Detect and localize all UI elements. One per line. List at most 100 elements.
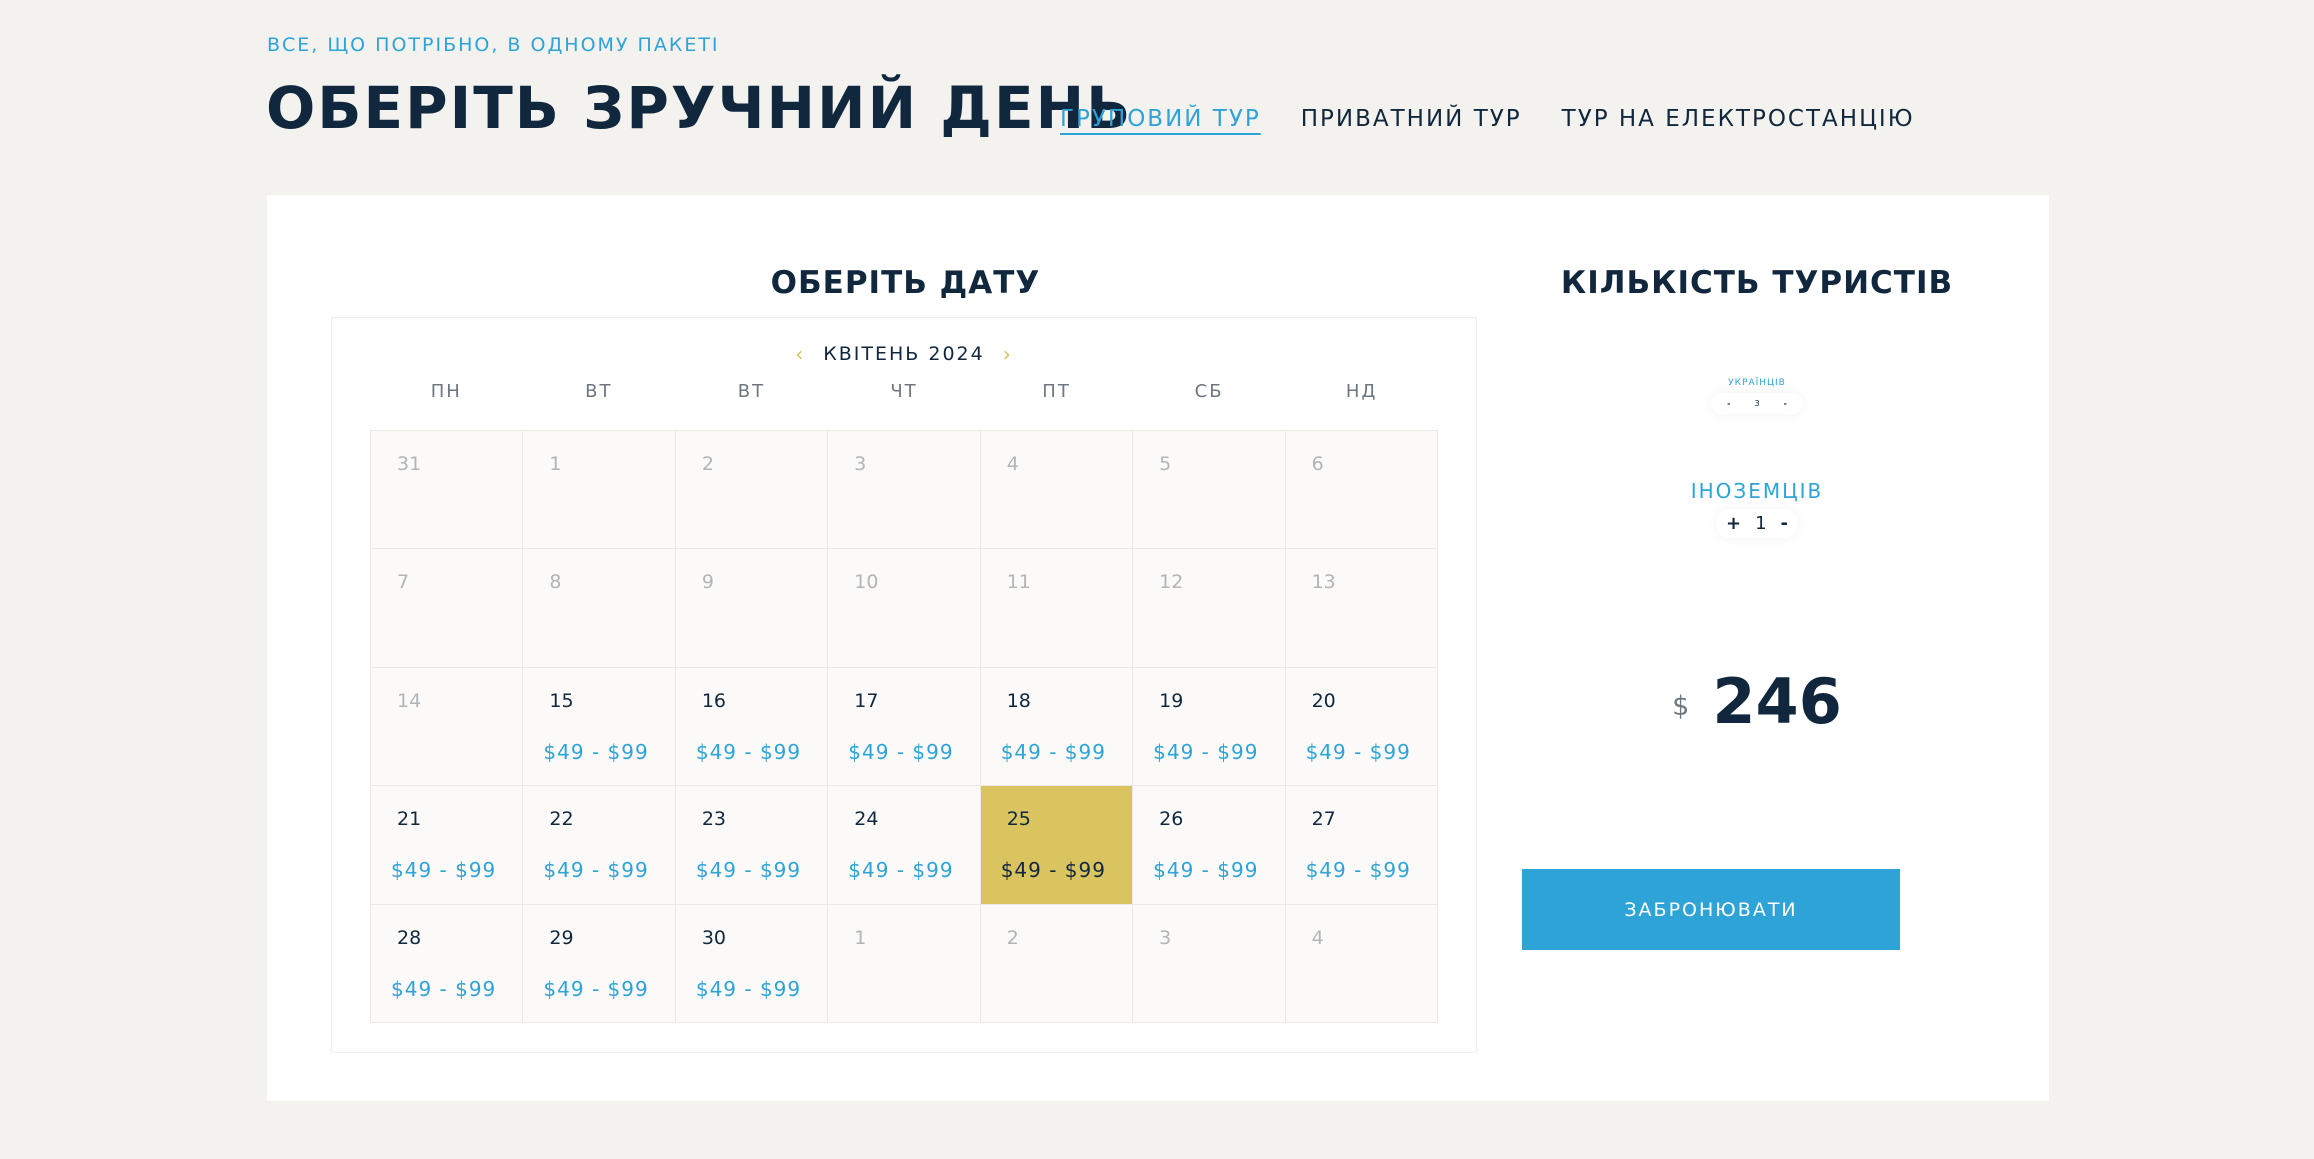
day-number: 4 xyxy=(1311,926,1324,949)
day-number: 12 xyxy=(1159,571,1184,594)
ukrainians-counter: УКРАЇНЦІВ - 3 - xyxy=(1553,378,1961,414)
day-number: 2 xyxy=(1006,926,1019,949)
calendar-day: 3 xyxy=(1133,904,1286,1023)
calendar-day: 11 xyxy=(980,549,1134,668)
day-number: 24 xyxy=(854,808,879,831)
weekday-label: ЧТ xyxy=(890,381,918,402)
day-price-range: $49 - $99 xyxy=(1305,858,1411,883)
calendar-day: 31 xyxy=(371,431,524,550)
calendar-day-selected[interactable]: 25 $49 - $99 xyxy=(980,786,1134,905)
calendar-day[interactable]: 27 $49 - $99 xyxy=(1285,786,1438,905)
book-button[interactable]: ЗАБРОНЮВАТИ xyxy=(1522,869,1900,950)
calendar-day: 12 xyxy=(1133,549,1286,668)
tourists-section-title: КІЛЬКІСТЬ ТУРИСТІВ xyxy=(1560,265,1954,301)
date-section-title: ОБЕРІТЬ ДАТУ xyxy=(770,265,1041,301)
day-number: 9 xyxy=(701,571,714,594)
calendar-day[interactable]: 26 $49 - $99 xyxy=(1133,786,1286,905)
day-price-range: $49 - $99 xyxy=(1153,739,1259,764)
day-number: 11 xyxy=(1006,571,1031,594)
calendar-day[interactable]: 21 $49 - $99 xyxy=(371,786,524,905)
day-price-range: $49 - $99 xyxy=(1305,739,1411,764)
day-number: 29 xyxy=(549,926,574,949)
day-price-range: $49 - $99 xyxy=(543,976,649,1001)
weekday-row: ПН ВТ ВТ ЧТ ПТ СБ НД xyxy=(370,381,1438,402)
day-number: 8 xyxy=(549,571,562,594)
calendar-day[interactable]: 17 $49 - $99 xyxy=(828,667,981,787)
foreigners-decrement-button[interactable]: - xyxy=(1781,513,1788,534)
calendar-day: 9 xyxy=(675,549,829,668)
day-number: 19 xyxy=(1159,689,1184,712)
day-number: 23 xyxy=(701,808,727,831)
ukrainians-decrement-button[interactable]: - xyxy=(1727,399,1730,408)
weekday-label: СБ xyxy=(1194,381,1224,402)
day-number: 14 xyxy=(397,689,422,712)
day-price-range: $49 - $99 xyxy=(391,976,497,1001)
calendar-day[interactable]: 18 $49 - $99 xyxy=(980,667,1134,787)
booking-card: ОБЕРІТЬ ДАТУ КІЛЬКІСТЬ ТУРИСТІВ ‹ КВІТЕН… xyxy=(267,195,2049,1101)
calendar-day: 4 xyxy=(980,431,1134,550)
chevron-right-icon[interactable]: › xyxy=(999,342,1017,366)
day-number: 28 xyxy=(397,926,422,949)
day-number: 3 xyxy=(1159,926,1172,949)
tab-group-tour[interactable]: ГРУПОВИЙ ТУР xyxy=(1060,106,1261,132)
calendar-day[interactable]: 28 $49 - $99 xyxy=(371,904,524,1023)
month-label: КВІТЕНЬ 2024 xyxy=(823,343,985,365)
day-number: 27 xyxy=(1311,808,1336,831)
day-number: 3 xyxy=(854,453,867,475)
tab-power-plant-tour[interactable]: ТУР НА ЕЛЕКТРОСТАНЦІЮ xyxy=(1562,106,1915,132)
calendar-day[interactable]: 30 $49 - $99 xyxy=(675,904,829,1023)
tab-private-tour[interactable]: ПРИВАТНИЙ ТУР xyxy=(1301,106,1522,132)
day-number: 7 xyxy=(397,571,410,594)
calendar-day: 5 xyxy=(1133,431,1286,550)
calendar-day[interactable]: 16 $49 - $99 xyxy=(675,667,829,787)
calendar-day[interactable]: 20 $49 - $99 xyxy=(1285,667,1438,787)
day-number: 21 xyxy=(397,808,422,831)
calendar-header: ‹ КВІТЕНЬ 2024 › xyxy=(332,342,1476,366)
foreigners-increment-button[interactable]: + xyxy=(1726,513,1741,534)
price-value: 246 xyxy=(1712,665,1842,738)
tagline: ВСЕ, ЩО ПОТРІБНО, В ОДНОМУ ПАКЕТІ xyxy=(267,34,720,56)
day-number: 1 xyxy=(549,453,562,475)
calendar-day[interactable]: 22 $49 - $99 xyxy=(523,786,676,905)
day-price-range: $49 - $99 xyxy=(543,858,649,883)
calendar-day: 2 xyxy=(675,431,829,550)
day-price-range: $49 - $99 xyxy=(695,976,802,1001)
foreigners-counter: ІНОЗЕМЦІВ + 1 - xyxy=(1553,479,1961,538)
day-number: 15 xyxy=(549,689,574,712)
tour-type-tabs: ГРУПОВИЙ ТУР ПРИВАТНИЙ ТУР ТУР НА ЕЛЕКТР… xyxy=(1060,106,1915,132)
foreigners-value: 1 xyxy=(1755,513,1767,534)
calendar-day: 13 xyxy=(1285,549,1438,668)
day-price-range: $49 - $99 xyxy=(695,739,802,764)
day-number: 31 xyxy=(397,453,422,475)
calendar-day: 1 xyxy=(523,431,676,550)
total-price: $ 246 xyxy=(1553,665,1961,738)
calendar-day[interactable]: 24 $49 - $99 xyxy=(828,786,981,905)
chevron-left-icon[interactable]: ‹ xyxy=(791,342,809,366)
ukrainians-increment-button[interactable]: - xyxy=(1784,399,1787,408)
day-number: 17 xyxy=(854,689,879,712)
calendar-day[interactable]: 19 $49 - $99 xyxy=(1133,667,1286,787)
calendar-day[interactable]: 23 $49 - $99 xyxy=(675,786,829,905)
calendar-day[interactable]: 29 $49 - $99 xyxy=(523,904,676,1023)
ukrainians-stepper: - 3 - xyxy=(1711,393,1803,414)
weekday-label: ПТ xyxy=(1042,381,1071,402)
day-number: 6 xyxy=(1311,453,1324,475)
day-price-range: $49 - $99 xyxy=(1000,739,1106,764)
days-grid: 31 1 2 3 4 5 6 7 8 9 10 11 12 13 14 15 $49 - $99 16 $49 - … xyxy=(370,430,1438,1023)
day-number: 5 xyxy=(1159,453,1172,475)
calendar-day: 1 xyxy=(828,904,981,1023)
day-number: 30 xyxy=(701,926,727,949)
weekday-label: ВТ xyxy=(737,381,766,402)
day-price-range: $49 - $99 xyxy=(848,858,954,883)
day-number: 13 xyxy=(1311,571,1336,594)
calendar-day: 2 xyxy=(980,904,1134,1023)
currency-symbol: $ xyxy=(1672,691,1690,722)
ukrainians-value: 3 xyxy=(1754,399,1760,408)
day-price-range: $49 - $99 xyxy=(695,858,802,883)
foreigners-label: ІНОЗЕМЦІВ xyxy=(1690,479,1824,503)
weekday-label: ВТ xyxy=(585,381,613,402)
calendar-day[interactable]: 15 $49 - $99 xyxy=(523,667,676,787)
ukrainians-label: УКРАЇНЦІВ xyxy=(1728,378,1786,388)
day-price-range: $49 - $99 xyxy=(848,739,954,764)
day-number: 18 xyxy=(1006,689,1031,712)
